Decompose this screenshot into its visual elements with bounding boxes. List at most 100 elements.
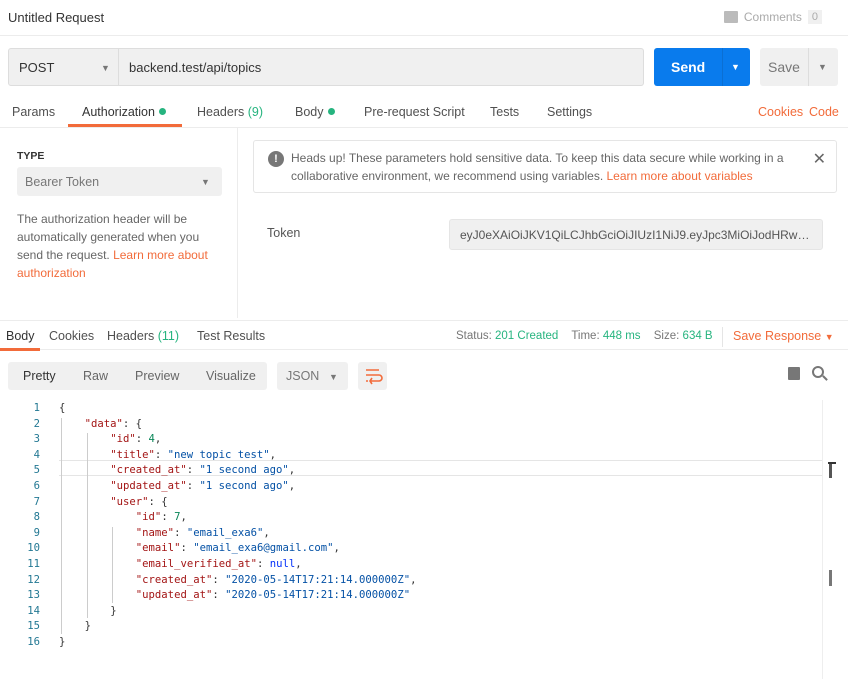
code-line: "id": 4, <box>110 433 162 446</box>
indent-guide <box>112 526 114 603</box>
code-line: } <box>110 604 117 617</box>
status-dot-icon <box>327 108 335 115</box>
comments-label: Comments <box>743 10 802 24</box>
send-button[interactable]: Send ▼ <box>654 48 750 86</box>
tab-response-cookies[interactable]: Cookies <box>49 329 94 343</box>
size-value: 634 B <box>682 330 713 342</box>
method-value: POST <box>19 60 55 75</box>
auth-type-select[interactable]: Bearer Token ▼ <box>17 167 222 196</box>
line-number: 6 <box>33 480 40 492</box>
tab-pre-request-script[interactable]: Pre-request Script <box>364 105 465 119</box>
view-raw[interactable]: Raw <box>83 369 108 383</box>
code-line: "name": "email_exa6", <box>135 526 270 539</box>
editor-scrollbar[interactable] <box>822 400 838 679</box>
line-number: 7 <box>33 495 40 508</box>
learn-more-variables-link[interactable]: Learn more about variables <box>607 169 753 183</box>
code-line: "created_at": "1 second ago", <box>110 464 296 477</box>
search-icon[interactable] <box>812 366 824 378</box>
token-label: Token <box>267 226 301 240</box>
view-mode-group: Pretty Raw Preview Visualize <box>8 362 267 390</box>
code-line: { <box>59 402 66 414</box>
line-number: 14 <box>27 604 40 617</box>
line-number: 3 <box>33 433 40 446</box>
code-link[interactable]: Code <box>809 105 839 119</box>
code-line: "updated_at": "2020-05-14T17:21:14.00000… <box>135 589 411 602</box>
status-dot-icon <box>158 108 166 115</box>
code-line: "created_at": "2020-05-14T17:21:14.00000… <box>135 573 417 586</box>
warning-icon: ! <box>268 151 284 167</box>
send-dropdown-icon[interactable]: ▼ <box>731 62 740 72</box>
save-dropdown-icon[interactable]: ▼ <box>818 62 827 72</box>
line-number: 13 <box>27 589 40 602</box>
tab-params[interactable]: Params <box>12 105 55 119</box>
active-tab-indicator <box>68 124 182 127</box>
copy-icon[interactable] <box>788 367 800 380</box>
indent-guide <box>86 433 88 619</box>
code-line: } <box>59 636 66 648</box>
cookies-link[interactable]: Cookies <box>758 105 803 119</box>
line-number: 5 <box>33 464 40 477</box>
code-line: "id": 7, <box>135 511 187 524</box>
tab-response-headers[interactable]: Headers (11) <box>107 329 179 343</box>
request-tabs: Params Authorization Headers (9) Body Pr… <box>0 97 848 128</box>
line-number: 10 <box>27 542 40 555</box>
status-value: 201 Created <box>495 330 559 342</box>
line-number: 15 <box>27 620 40 633</box>
chevron-down-icon: ▼ <box>201 177 210 187</box>
wrap-lines-button[interactable] <box>358 362 387 390</box>
code-line: "email_verified_at": null, <box>135 558 302 570</box>
code-line: "updated_at": "1 second ago", <box>110 480 296 492</box>
request-title[interactable]: Untitled Request <box>8 10 104 25</box>
tab-response-body[interactable]: Body <box>6 329 35 343</box>
tab-authorization[interactable]: Authorization <box>82 105 166 119</box>
response-body-editor[interactable]: 1 {2 "data": { 3 "id": 4, 4 "title": "new topi… <box>0 398 848 679</box>
chevron-down-icon: ▼ <box>101 63 110 73</box>
time-value: 448 ms <box>602 330 641 342</box>
line-number: 1 <box>33 402 40 414</box>
save-response-button[interactable]: Save Response ▼ <box>722 327 834 347</box>
title-bar: Untitled Request Comments 0 <box>0 0 848 36</box>
line-number: 12 <box>27 573 40 586</box>
tab-body[interactable]: Body <box>295 105 335 119</box>
response-meta: Status: 201 Created Time: 448 ms Size: 6… <box>456 330 713 342</box>
comments-button[interactable]: Comments 0 <box>723 10 822 24</box>
line-number: 11 <box>27 558 40 570</box>
line-number: 4 <box>33 448 40 461</box>
wrap-icon <box>366 369 383 385</box>
line-number: 16 <box>27 636 40 648</box>
comment-icon <box>723 11 738 23</box>
view-pretty[interactable]: Pretty <box>23 369 56 383</box>
tab-headers[interactable]: Headers (9) <box>197 105 263 119</box>
close-icon[interactable]: ✕ <box>813 149 826 169</box>
line-number: 9 <box>33 526 40 539</box>
view-preview[interactable]: Preview <box>135 369 179 383</box>
code-line: "user": { <box>110 495 168 508</box>
alert-text: Heads up! These parameters hold sensitiv… <box>291 151 784 183</box>
method-select[interactable]: POST ▼ <box>8 48 119 86</box>
code-line: } <box>84 620 91 633</box>
save-button[interactable]: Save ▼ <box>760 48 838 86</box>
code-line: "email": "email_exa6@gmail.com", <box>135 542 340 555</box>
tab-tests[interactable]: Tests <box>490 105 519 119</box>
send-label: Send <box>671 59 706 75</box>
tab-settings[interactable]: Settings <box>547 105 592 119</box>
code-line: "title": "new topic test", <box>110 448 277 461</box>
line-number: 8 <box>33 511 40 524</box>
chevron-down-icon: ▼ <box>329 372 338 382</box>
view-visualize[interactable]: Visualize <box>206 369 256 383</box>
type-label: TYPE <box>17 150 45 162</box>
token-input[interactable]: eyJ0eXAiOiJKV1QiLCJhbGciOiJIUzI1NiJ9.eyJ… <box>449 219 823 250</box>
line-number: 2 <box>33 417 40 430</box>
indent-guide <box>61 417 62 634</box>
auth-description: The authorization header will be automat… <box>17 212 208 280</box>
tab-test-results[interactable]: Test Results <box>197 329 265 343</box>
comments-count: 0 <box>807 10 822 24</box>
format-select[interactable]: JSON ▼ <box>277 362 348 390</box>
auth-type-panel: TYPE Bearer Token ▼ The authorization hea… <box>0 128 238 318</box>
save-label: Save <box>768 59 800 75</box>
sensitive-data-alert: ! Heads up! These parameters hold sensit… <box>253 140 837 193</box>
url-input[interactable]: backend.test/api/topics <box>119 48 644 86</box>
active-tab-indicator <box>0 348 40 351</box>
code-line: "data": { <box>84 417 143 430</box>
response-tabs: Body Cookies Headers (11) Test Results S… <box>0 320 848 351</box>
